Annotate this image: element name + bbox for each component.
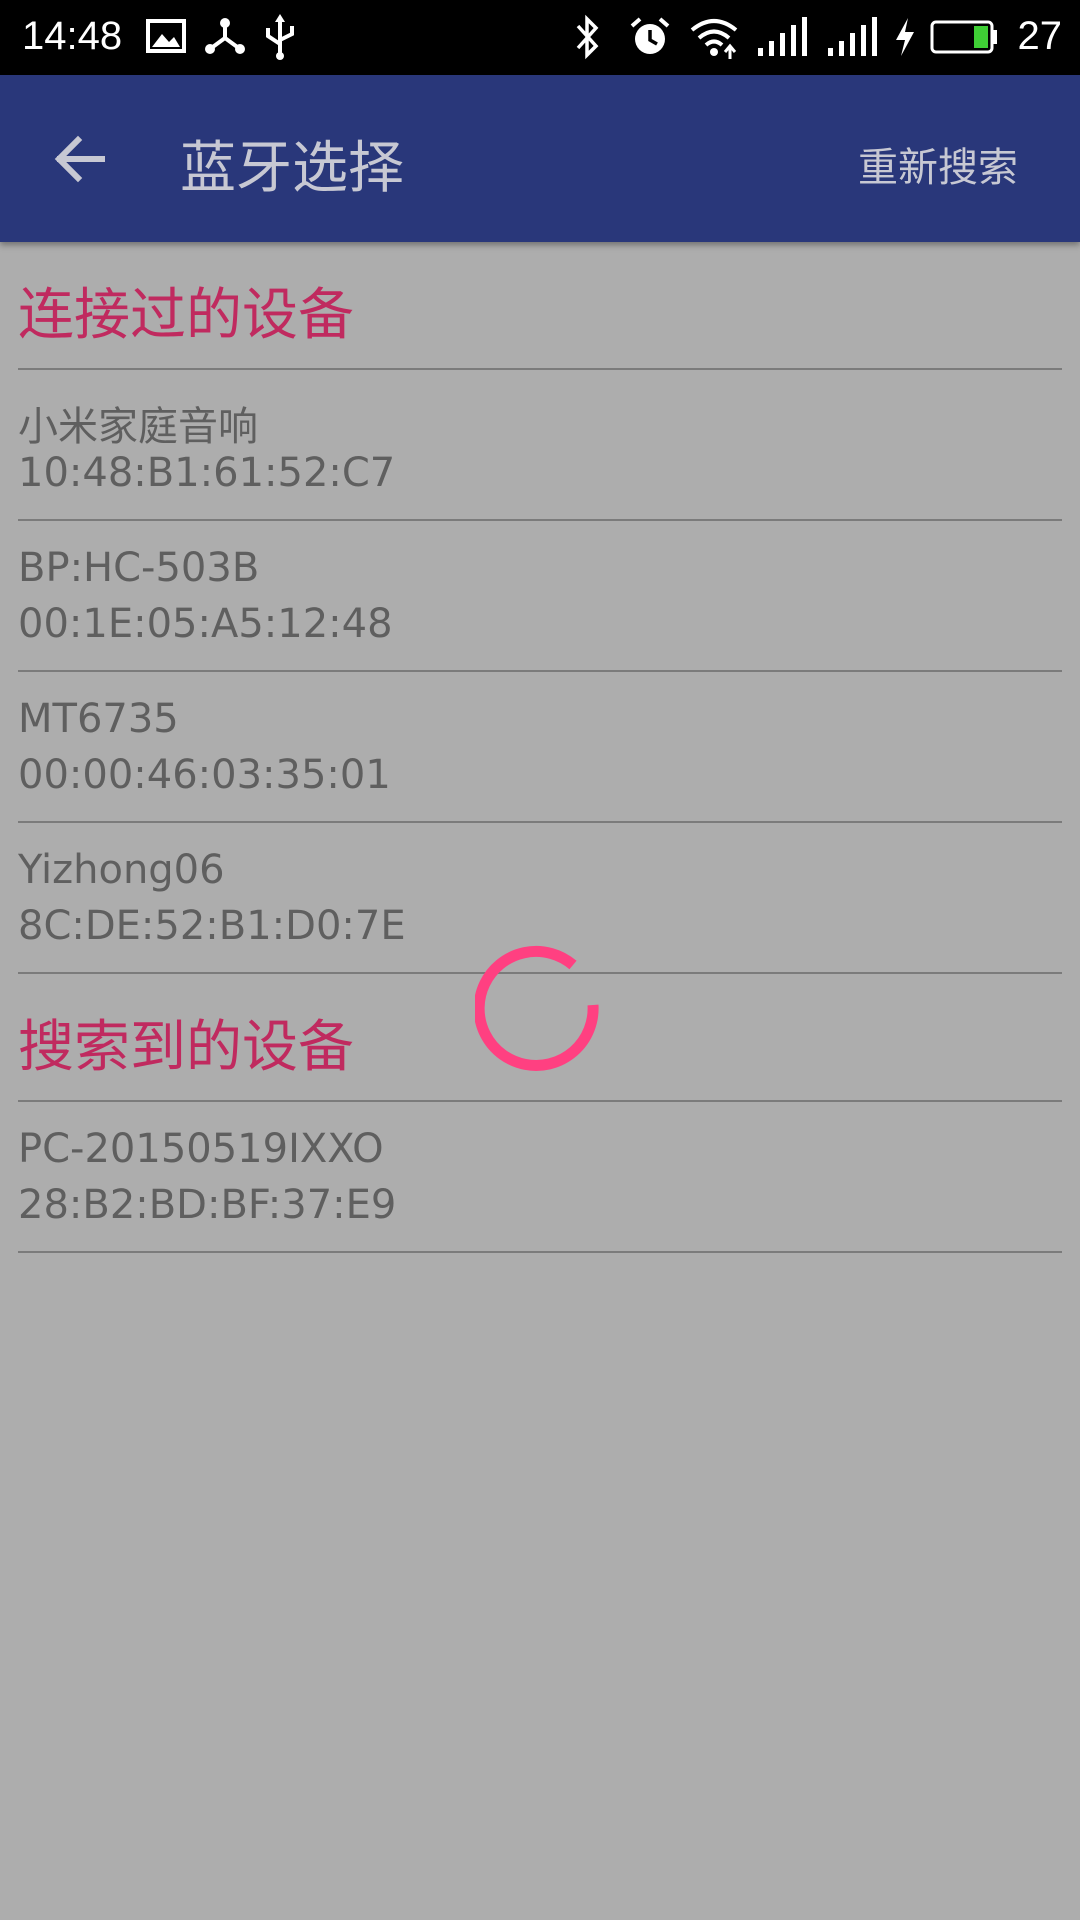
page-title: 蓝牙选择 <box>180 136 404 201</box>
list-item[interactable]: PC-20150519IXXO 28:B2:BD:BF:37:E9 <box>18 1102 1062 1253</box>
charging-icon <box>896 18 914 56</box>
usb-icon <box>266 14 294 60</box>
section-title: 搜索到的设备 <box>18 1015 354 1080</box>
list-item[interactable]: BP:HC-503B 00:1E:05:A5:12:48 <box>18 521 1062 672</box>
share-icon <box>205 18 245 54</box>
loading-spinner-icon <box>475 946 599 1071</box>
list-item[interactable]: 小米家庭音响 10:48:B1:61:52:C7 <box>18 370 1062 521</box>
image-icon <box>146 19 186 53</box>
alarm-icon <box>630 17 670 54</box>
device-list: 连接过的设备 小米家庭音响 10:48:B1:61:52:C7 BP:HC-50… <box>18 242 1062 1253</box>
battery-percent: 27 <box>1017 14 1063 58</box>
device-name: BP:HC-503B <box>18 545 260 591</box>
device-address: 10:48:B1:61:52:C7 <box>18 450 396 496</box>
status-time: 14:48 <box>22 14 123 58</box>
app-bar: 蓝牙选择 重新搜索 <box>0 75 1080 242</box>
device-name: 小米家庭音响 <box>18 404 258 450</box>
wifi-icon <box>690 19 738 59</box>
bluetooth-icon <box>576 14 599 60</box>
device-name: Yizhong06 <box>18 847 225 893</box>
status-bar: 14:48 27 <box>0 0 1080 75</box>
section-title: 连接过的设备 <box>18 283 354 348</box>
device-address: 8C:DE:52:B1:D0:7E <box>18 903 406 949</box>
battery-icon <box>930 20 997 54</box>
device-address: 28:B2:BD:BF:37:E9 <box>18 1182 397 1228</box>
device-address: 00:00:46:03:35:01 <box>18 752 391 798</box>
device-name: MT6735 <box>18 696 179 742</box>
list-item[interactable]: MT6735 00:00:46:03:35:01 <box>18 672 1062 823</box>
arrow-left-icon[interactable] <box>48 127 112 191</box>
signal-icon-2 <box>828 17 877 56</box>
rescan-button[interactable]: 重新搜索 <box>858 135 1018 193</box>
section-header-paired: 连接过的设备 <box>18 242 1062 370</box>
device-address: 00:1E:05:A5:12:48 <box>18 601 393 647</box>
signal-icon <box>758 17 807 56</box>
device-name: PC-20150519IXXO <box>18 1126 384 1172</box>
